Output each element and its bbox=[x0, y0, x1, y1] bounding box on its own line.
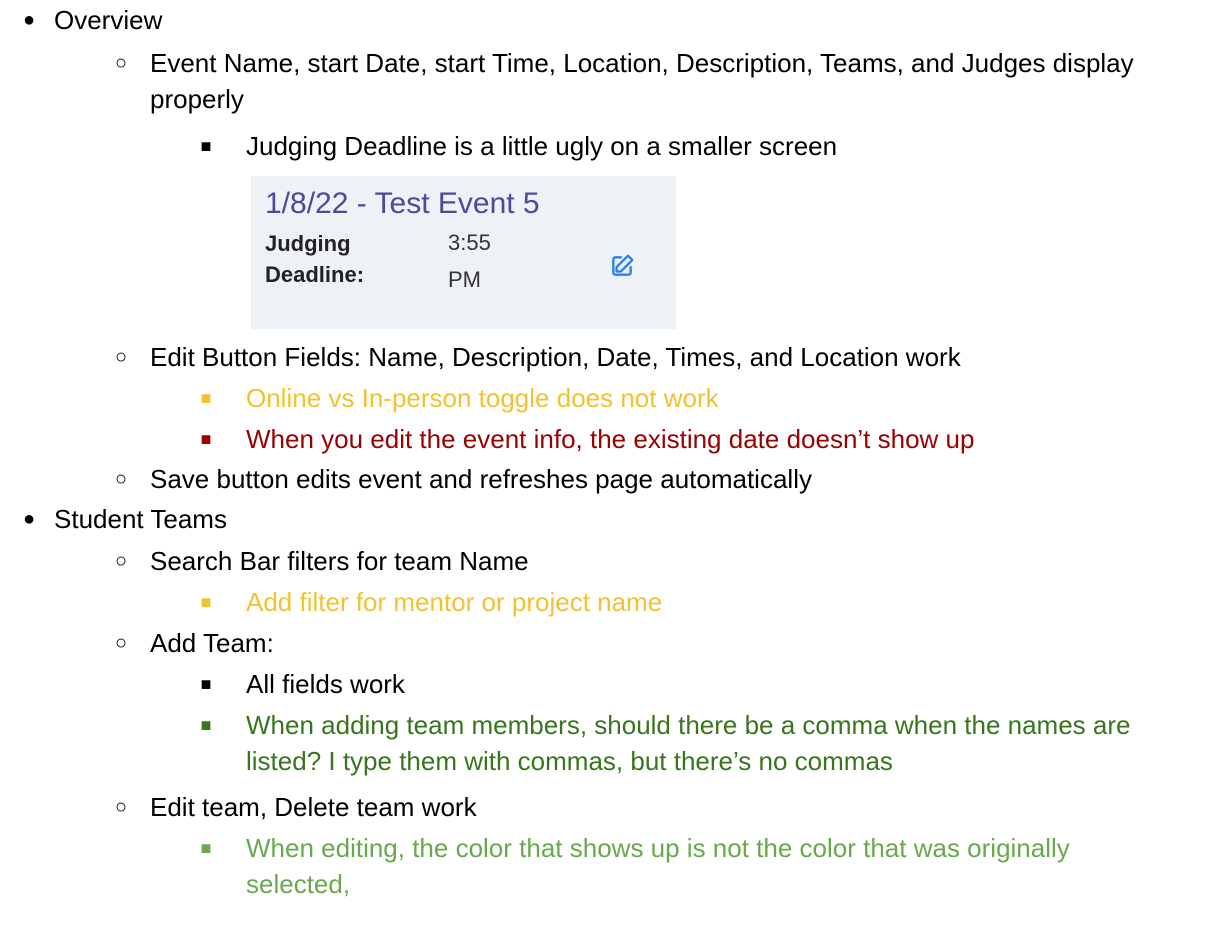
list-item: ○ Edit team, Delete team work bbox=[0, 789, 1212, 825]
list-item: ○ Save button edits event and refreshes … bbox=[0, 461, 1212, 497]
list-item-text: Judging Deadline is a little ugly on a s… bbox=[246, 131, 838, 161]
bullet-circle: ○ bbox=[114, 346, 128, 368]
bullet-square: ■ bbox=[200, 715, 212, 735]
list-item-text: When adding team members, should there b… bbox=[246, 710, 1131, 776]
list-item-text: Overview bbox=[54, 5, 163, 35]
bullet-circle: ○ bbox=[114, 632, 128, 654]
edit-icon[interactable] bbox=[609, 253, 635, 279]
list-item: ○ Add Team: bbox=[0, 625, 1212, 661]
bullet-circle: ○ bbox=[114, 550, 128, 572]
judging-deadline-value: 3:55 PM bbox=[448, 230, 491, 292]
list-item-text: Edit Button Fields: Name, Description, D… bbox=[150, 342, 961, 372]
bullet-disc: ● bbox=[22, 508, 36, 530]
bullet-square: ■ bbox=[200, 838, 212, 858]
bullet-circle: ○ bbox=[114, 52, 128, 74]
bullet-circle: ○ bbox=[114, 468, 128, 490]
bullet-circle: ○ bbox=[114, 796, 128, 818]
bullet-disc: ● bbox=[22, 9, 36, 31]
list-item: ● Student Teams bbox=[0, 501, 1212, 537]
bullet-square: ■ bbox=[200, 592, 212, 612]
list-item-text: Save button edits event and refreshes pa… bbox=[150, 464, 812, 494]
list-item: ■ When editing, the color that shows up … bbox=[0, 830, 1212, 902]
list-item: ● Overview bbox=[0, 2, 1212, 38]
list-item-text: Event Name, start Date, start Time, Loca… bbox=[150, 48, 1134, 114]
list-item-text: Online vs In-person toggle does not work bbox=[246, 383, 719, 413]
list-item-text: When editing, the color that shows up is… bbox=[246, 833, 1070, 899]
list-item-text: Add Team: bbox=[150, 628, 274, 658]
list-item: ■ All fields work bbox=[0, 666, 1212, 702]
list-item: ○ Search Bar filters for team Name bbox=[0, 543, 1212, 579]
judging-deadline-label: Judging Deadline: bbox=[265, 231, 365, 287]
list-item-text: Edit team, Delete team work bbox=[150, 792, 477, 822]
bullet-square: ■ bbox=[200, 136, 212, 156]
event-title: 1/8/22 - Test Event 5 bbox=[265, 187, 540, 220]
event-card-screenshot: 1/8/22 - Test Event 5 Judging Deadline: … bbox=[251, 176, 676, 329]
bullet-square: ■ bbox=[200, 388, 212, 408]
list-item-text: Student Teams bbox=[54, 504, 227, 534]
list-item-text: All fields work bbox=[246, 669, 405, 699]
list-item: ■ When you edit the event info, the exis… bbox=[0, 421, 1212, 457]
bullet-square: ■ bbox=[200, 674, 212, 694]
list-item: ■ Online vs In-person toggle does not wo… bbox=[0, 380, 1212, 416]
list-item-text: Add filter for mentor or project name bbox=[246, 587, 663, 617]
bullet-square: ■ bbox=[200, 429, 212, 449]
list-item: ○ Edit Button Fields: Name, Description,… bbox=[0, 339, 1212, 375]
list-item: ○ Event Name, start Date, start Time, Lo… bbox=[0, 45, 1212, 117]
list-item-text: When you edit the event info, the existi… bbox=[246, 424, 975, 454]
list-item: ■ Add filter for mentor or project name bbox=[0, 584, 1212, 620]
list-item: ■ Judging Deadline is a little ugly on a… bbox=[0, 128, 1212, 164]
list-item: ■ When adding team members, should there… bbox=[0, 707, 1212, 779]
list-item-text: Search Bar filters for team Name bbox=[150, 546, 529, 576]
